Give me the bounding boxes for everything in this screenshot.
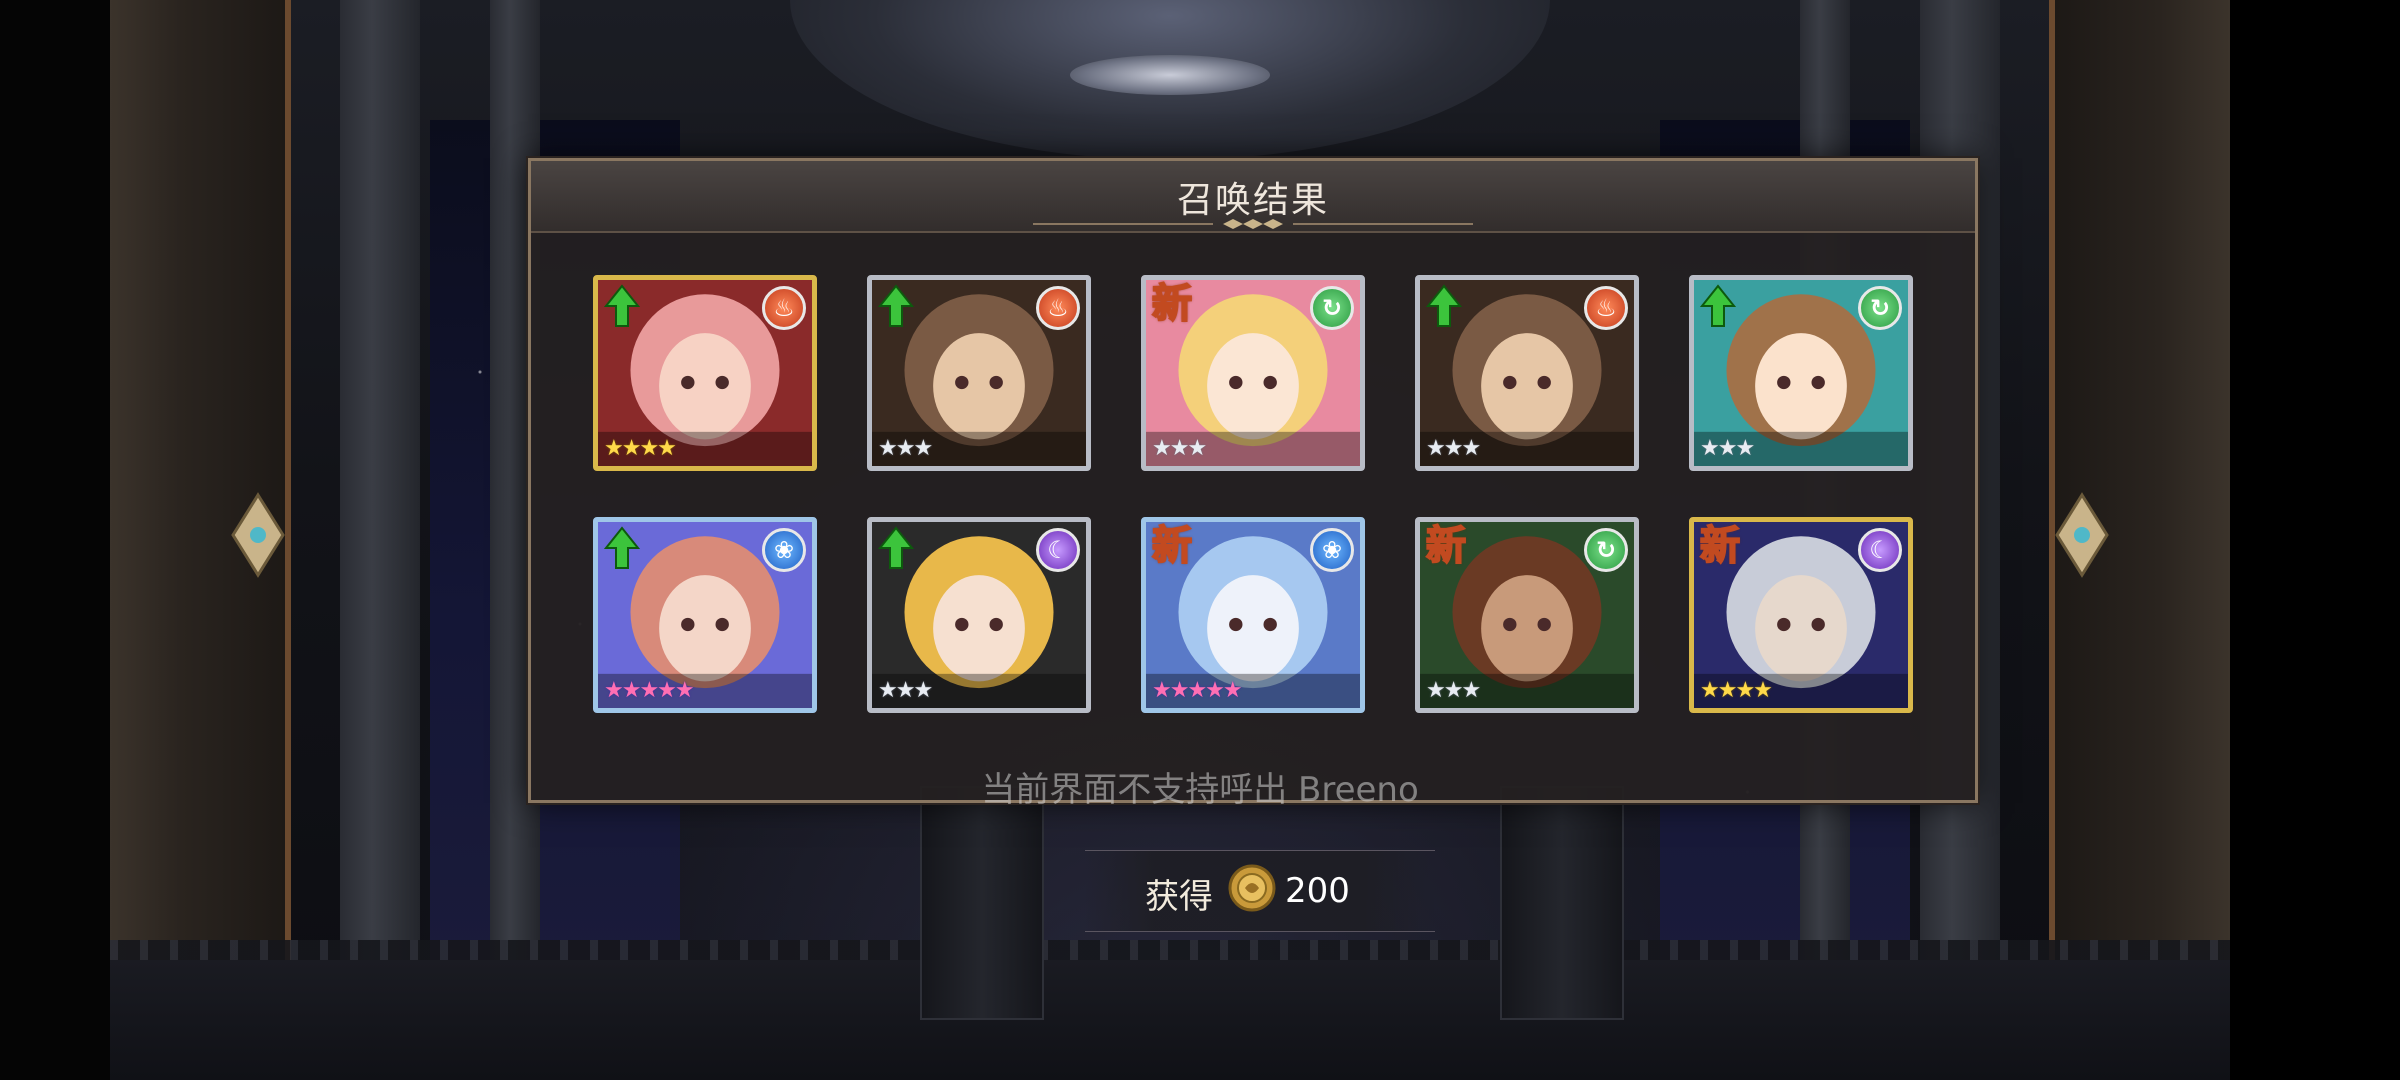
- summon-card[interactable]: ♨ ★★★★: [593, 275, 817, 471]
- dark-element-icon: ☾: [1858, 528, 1902, 572]
- dialog-title: 召唤结果: [1176, 180, 1329, 221]
- system-toast: 当前界面不支持呼出 Breeno: [981, 770, 1419, 810]
- left-letterbox: [0, 0, 110, 1080]
- summon-card[interactable]: 新 ❀ ★★★★★: [1141, 517, 1365, 713]
- tome-pedestal: [1500, 786, 1624, 1020]
- dark-element-icon: ☾: [1036, 528, 1080, 572]
- new-badge: 新: [1699, 523, 1741, 569]
- pillar: [340, 0, 420, 1080]
- rarity-stars: ★★★★★: [604, 678, 695, 703]
- wind-element-icon: ↻: [1310, 286, 1354, 330]
- summon-card[interactable]: ☾ ★★★: [867, 517, 1091, 713]
- reward-label: 获得: [1145, 877, 1213, 917]
- hall-floor: [110, 960, 2230, 1080]
- new-badge: 新: [1151, 523, 1193, 569]
- water-element-icon: ❀: [1310, 528, 1354, 572]
- water-element-icon: ❀: [762, 528, 806, 572]
- dome-skylight: [1070, 55, 1270, 95]
- up-arrow-icon: [604, 284, 640, 327]
- summon-card[interactable]: ↻ ★★★: [1689, 275, 1913, 471]
- fire-element-icon: ♨: [762, 286, 806, 330]
- up-arrow-icon: [878, 284, 914, 327]
- new-badge: 新: [1151, 281, 1193, 327]
- fire-element-icon: ♨: [1584, 286, 1628, 330]
- fire-element-icon: ♨: [1036, 286, 1080, 330]
- left-ornament-icon: [231, 492, 285, 578]
- title-flourish-icon: [1033, 219, 1473, 229]
- tome-pedestal: [920, 786, 1044, 1020]
- summon-card[interactable]: ❀ ★★★★★: [593, 517, 817, 713]
- gold-coin-icon: [1228, 864, 1276, 912]
- summon-card[interactable]: ♨ ★★★: [867, 275, 1091, 471]
- ceiling-dome: [790, 0, 1550, 160]
- summon-card[interactable]: 新 ↻ ★★★: [1415, 517, 1639, 713]
- wind-element-icon: ↻: [1858, 286, 1902, 330]
- summon-card[interactable]: 新 ↻ ★★★: [1141, 275, 1365, 471]
- rarity-stars: ★★★: [878, 436, 933, 461]
- summon-result-dialog: 召唤结果 ♨ ★★★★ ♨ ★★★ 新 ↻ ★★★ ♨ ★★★ ↻ ★★★ ❀ ★★★★★ ☾ ★★★ 新 ❀ ★…: [528, 158, 1978, 803]
- summon-card[interactable]: ♨ ★★★: [1415, 275, 1639, 471]
- dialog-header: 召唤结果: [531, 161, 1975, 233]
- rarity-stars: ★★★: [1152, 436, 1207, 461]
- right-ornament-icon: [2055, 492, 2109, 578]
- rarity-stars: ★★★★★: [1152, 678, 1243, 703]
- reward-value: 200: [1285, 871, 1350, 911]
- rarity-stars: ★★★★: [604, 436, 677, 461]
- rarity-stars: ★★★: [1426, 436, 1481, 461]
- rarity-stars: ★★★★: [1700, 678, 1773, 703]
- new-badge: 新: [1425, 523, 1467, 569]
- up-arrow-icon: [878, 526, 914, 569]
- up-arrow-icon: [1700, 284, 1736, 327]
- rarity-stars: ★★★: [1700, 436, 1755, 461]
- reward-bar: 获得 200: [1085, 850, 1435, 932]
- up-arrow-icon: [604, 526, 640, 569]
- rarity-stars: ★★★: [1426, 678, 1481, 703]
- rarity-stars: ★★★: [878, 678, 933, 703]
- summon-card[interactable]: 新 ☾ ★★★★: [1689, 517, 1913, 713]
- up-arrow-icon: [1426, 284, 1462, 327]
- wind-element-icon: ↻: [1584, 528, 1628, 572]
